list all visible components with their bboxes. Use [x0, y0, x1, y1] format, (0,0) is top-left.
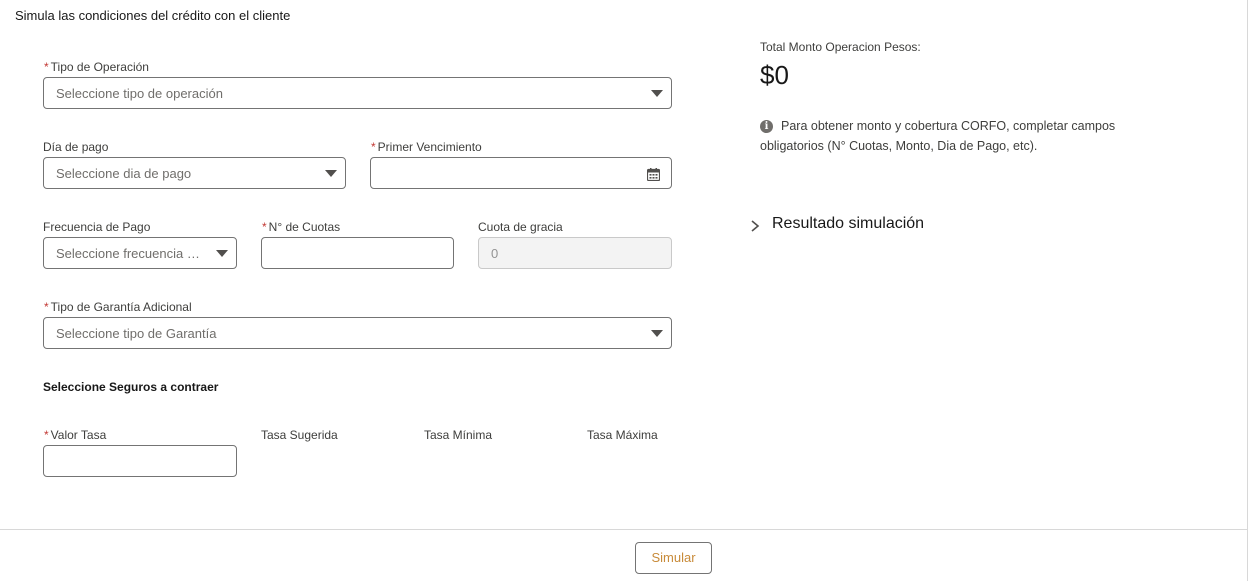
tipo-garantia-select[interactable]: Seleccione tipo de Garantía: [43, 317, 672, 349]
frecuencia-pago-label: Frecuencia de Pago: [43, 220, 151, 234]
resultado-simulacion-accordion[interactable]: Resultado simulación: [750, 214, 950, 238]
total-monto-label: Total Monto Operacion Pesos:: [760, 40, 921, 54]
required-mark: *: [262, 220, 267, 234]
chevron-down-icon: [216, 250, 228, 257]
required-mark: *: [44, 60, 49, 74]
tipo-garantia-placeholder: Seleccione tipo de Garantía: [56, 326, 217, 341]
footer-divider: [0, 529, 1247, 530]
tipo-operacion-label-text: Tipo de Operación: [50, 60, 149, 74]
primer-vencimiento-label: * Primer Vencimiento: [371, 140, 482, 154]
n-cuotas-label-text: N° de Cuotas: [268, 220, 341, 234]
resultado-simulacion-label: Resultado simulación: [772, 215, 925, 232]
valor-tasa-label: * Valor Tasa: [44, 428, 106, 442]
primer-vencimiento-label-text: Primer Vencimiento: [377, 140, 482, 154]
chevron-down-icon: [651, 90, 663, 97]
intro-text: Simula las condiciones del crédito con e…: [15, 8, 291, 23]
tasa-minima-label: Tasa Mínima: [424, 428, 493, 442]
tipo-garantia-label-text: Tipo de Garantía Adicional: [50, 300, 192, 314]
chevron-down-icon: [325, 170, 337, 177]
cuota-gracia-input: 0: [478, 237, 672, 269]
tipo-garantia-label: * Tipo de Garantía Adicional: [44, 300, 192, 314]
total-monto-value: $0: [760, 60, 789, 90]
frecuencia-pago-placeholder: Seleccione frecuencia d...: [56, 246, 204, 261]
seguros-section-title: Seleccione Seguros a contraer: [43, 380, 219, 394]
n-cuotas-input[interactable]: [261, 237, 454, 269]
info-message: Para obtener monto y cobertura CORFO, co…: [760, 119, 1116, 153]
required-mark: *: [44, 428, 49, 442]
calendar-icon[interactable]: [647, 168, 660, 181]
tipo-operacion-placeholder: Seleccione tipo de operación: [56, 86, 223, 101]
dia-pago-label: Día de pago: [43, 140, 109, 154]
simular-button[interactable]: Simular: [635, 542, 712, 574]
frecuencia-pago-select[interactable]: Seleccione frecuencia d...: [43, 237, 237, 269]
tasa-maxima-label: Tasa Máxima: [587, 428, 658, 442]
chevron-right-icon: [751, 220, 760, 232]
primer-vencimiento-input[interactable]: [370, 157, 672, 189]
chevron-down-icon: [651, 330, 663, 337]
valor-tasa-label-text: Valor Tasa: [50, 428, 107, 442]
cuota-gracia-value: 0: [491, 246, 499, 261]
valor-tasa-input[interactable]: [43, 445, 237, 477]
tipo-operacion-label: * Tipo de Operación: [44, 60, 149, 74]
required-mark: *: [44, 300, 49, 314]
tipo-operacion-select[interactable]: Seleccione tipo de operación: [43, 77, 672, 109]
dia-pago-placeholder: Seleccione dia de pago: [56, 166, 192, 181]
cuota-gracia-label: Cuota de gracia: [478, 220, 563, 234]
n-cuotas-label: * N° de Cuotas: [262, 220, 340, 234]
required-mark: *: [371, 140, 376, 154]
tasa-sugerida-label: Tasa Sugerida: [261, 428, 338, 442]
panel-border: [1247, 0, 1248, 581]
dia-pago-select[interactable]: Seleccione dia de pago: [43, 157, 346, 189]
